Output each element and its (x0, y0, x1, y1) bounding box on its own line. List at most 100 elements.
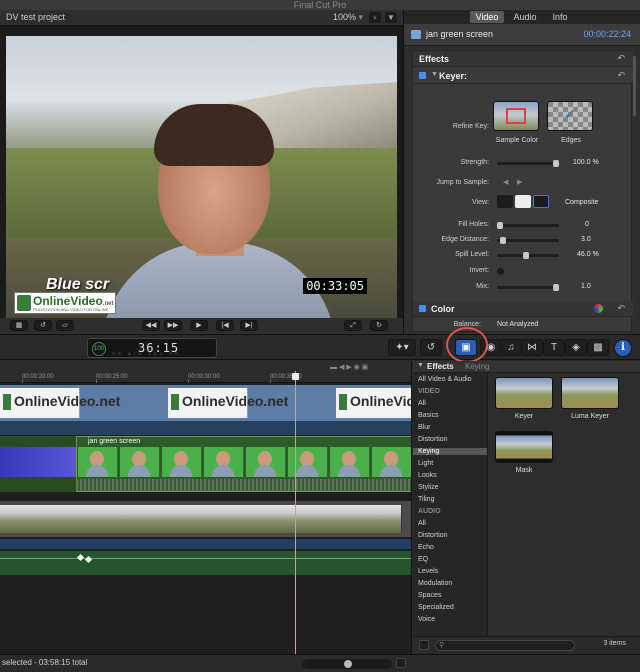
color-enable-checkbox[interactable] (419, 305, 426, 312)
edges-button[interactable]: ✓ (547, 101, 593, 131)
zoom-menu[interactable]: 100% (333, 12, 363, 23)
timeline-panel[interactable]: 00:00:20:00 00:00:25:00 00:00:30:00 00:0… (0, 361, 412, 654)
disclosure-triangle-icon[interactable]: ▼ (417, 362, 424, 369)
fill-holes-slider[interactable] (497, 222, 559, 229)
mix-slider-knob[interactable] (553, 284, 559, 291)
category-item[interactable]: Spaces (418, 592, 441, 599)
timeline-nav-icons[interactable]: ▬ ◀ ▶ ◉ ▣ (330, 363, 368, 371)
category-item[interactable]: Looks (418, 472, 437, 479)
category-item[interactable]: Tiling (418, 496, 434, 503)
disclosure-triangle-icon[interactable]: ▼ (431, 71, 438, 78)
loop-icon[interactable]: ↻ (370, 320, 388, 331)
blue-screen-clip[interactable] (0, 447, 76, 477)
strength-slider-knob[interactable] (553, 160, 559, 167)
transform-icon[interactable]: ↺ (34, 320, 52, 331)
mix-slider[interactable] (497, 284, 559, 291)
clip-appearance-icon[interactable] (396, 658, 406, 668)
reset-effects-icon[interactable]: ↶ (617, 53, 625, 64)
viewer-settings-icon[interactable]: ▼ (385, 12, 397, 23)
category-item[interactable]: Stylize (418, 484, 439, 491)
audio-track[interactable] (0, 551, 411, 575)
category-item[interactable]: Modulation (418, 580, 452, 587)
keyer-header-row[interactable]: ▼ Keyer: ↶ (413, 68, 633, 84)
next-frame-button[interactable]: ▶▶ (164, 320, 182, 331)
color-section-header[interactable]: Color ↶ (413, 301, 633, 317)
category-item[interactable]: Distortion (418, 436, 448, 443)
title-clip[interactable]: OnlineVideo.net (168, 388, 288, 418)
timing-icon[interactable]: ↺ (420, 339, 442, 356)
sample-color-button[interactable] (493, 101, 539, 131)
view-original-icon[interactable] (533, 195, 549, 208)
jump-next-icon[interactable]: ▶ (517, 178, 522, 186)
view-composite-icon[interactable] (497, 195, 513, 208)
spill-level-slider-knob[interactable] (523, 252, 529, 259)
clip-icon (411, 30, 421, 39)
edge-distance-slider-knob[interactable] (500, 237, 506, 244)
strength-slider[interactable] (497, 160, 559, 167)
green-screen-track[interactable]: jan green screen (0, 436, 411, 492)
fit-icon[interactable]: ▦ (10, 320, 28, 331)
transitions-icon[interactable]: ⋈ (521, 339, 543, 356)
sidebar-toggle-icon[interactable] (419, 640, 429, 650)
reset-color-icon[interactable]: ↶ (617, 303, 625, 314)
title-clip[interactable]: OnlineVideo.net (0, 388, 120, 418)
invert-checkbox[interactable] (497, 268, 504, 275)
category-item[interactable]: All (418, 520, 426, 527)
spill-level-slider[interactable] (497, 252, 559, 259)
playhead-handle[interactable] (292, 373, 299, 380)
category-item[interactable]: All Video & Audio (418, 376, 472, 383)
effect-label: Mask (515, 467, 533, 474)
reset-keyer-icon[interactable]: ↶ (617, 70, 625, 81)
logo-mark-icon (339, 394, 347, 410)
zoom-knob[interactable] (344, 660, 352, 668)
jump-prev-icon[interactable]: ◀ (503, 178, 508, 186)
generators-icon[interactable]: ◈ (565, 339, 587, 356)
category-item[interactable]: Levels (418, 568, 438, 575)
tab-audio[interactable]: Audio (508, 11, 542, 23)
category-item[interactable]: Keying (413, 448, 487, 455)
timeline-zoom-slider[interactable] (302, 659, 392, 669)
inspector-scrollbar[interactable] (633, 56, 636, 116)
view-value: Composite (565, 199, 599, 206)
tab-video[interactable]: Video (470, 11, 504, 23)
volume-keyframe[interactable] (76, 553, 85, 562)
category-item[interactable]: All (418, 400, 426, 407)
clip-thumbnail (0, 505, 42, 533)
crop-icon[interactable]: ▱ (56, 320, 74, 331)
go-to-start-button[interactable]: |◀ (216, 320, 234, 331)
retime-tool-icon[interactable]: ✦▾ (388, 339, 416, 356)
fill-holes-slider-knob[interactable] (497, 222, 503, 229)
view-matte-icon[interactable] (515, 195, 531, 208)
category-item[interactable]: Light (418, 460, 433, 467)
fullscreen-icon[interactable]: ⤢ (344, 320, 362, 331)
titles-icon[interactable]: T (543, 339, 565, 356)
effects-search-input[interactable]: ⚲ (435, 640, 575, 651)
play-button[interactable]: ▶ (190, 320, 208, 331)
title-clip[interactable]: OnlineVideo.net (336, 388, 411, 418)
playhead[interactable] (295, 371, 296, 654)
music-icon[interactable]: ♫ (500, 339, 522, 356)
category-item[interactable]: Specialized (418, 604, 454, 611)
inspector-info-button[interactable]: i (614, 339, 632, 357)
clip-thumbnail (160, 505, 202, 533)
category-item[interactable]: Distortion (418, 532, 448, 539)
themes-icon[interactable]: ▩ (587, 339, 609, 356)
category-item[interactable]: Blur (418, 424, 430, 431)
category-item[interactable]: Basics (418, 412, 439, 419)
ruler-label: 00:00:25:00 (96, 374, 128, 380)
switch-icon[interactable]: ⍖ (369, 12, 381, 23)
timeline-ruler[interactable]: 00:00:20:00 00:00:25:00 00:00:30:00 00:0… (0, 361, 411, 383)
title-clip-track[interactable]: OnlineVideo.net OnlineVideo.net OnlineVi… (0, 385, 411, 421)
tab-info[interactable]: Info (544, 11, 576, 23)
color-board-icon[interactable] (594, 304, 603, 313)
keyer-enable-checkbox[interactable] (419, 72, 426, 79)
category-item[interactable]: EQ (418, 556, 428, 563)
background-clip-track[interactable] (0, 501, 411, 537)
dashboard-timecode[interactable]: 100 HR MIN SEC FR 36:15 (87, 338, 217, 358)
edge-distance-slider[interactable] (497, 237, 559, 244)
category-item[interactable]: Echo (418, 544, 434, 551)
category-item[interactable]: Voice (418, 616, 435, 623)
prev-frame-button[interactable]: ◀◀ (142, 320, 160, 331)
volume-line[interactable] (0, 558, 411, 559)
go-to-end-button[interactable]: ▶| (240, 320, 258, 331)
